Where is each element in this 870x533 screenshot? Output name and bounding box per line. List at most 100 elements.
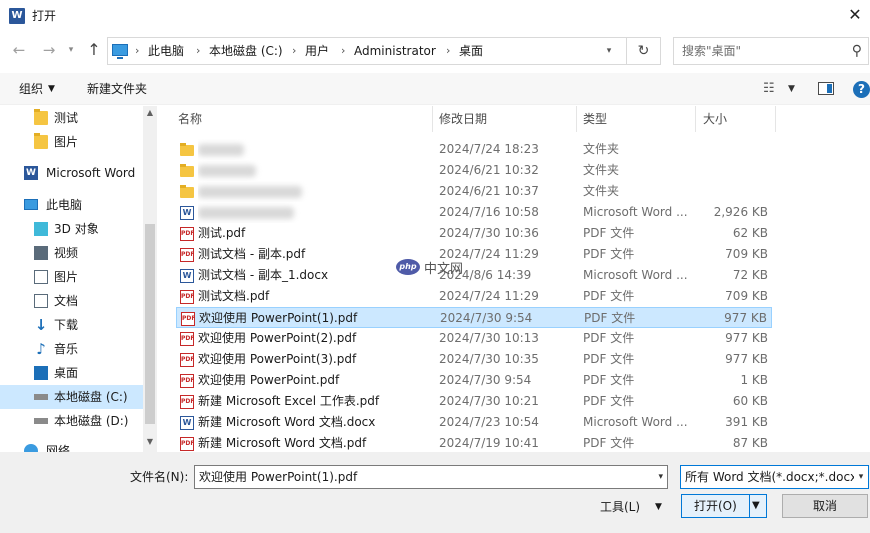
open-button[interactable]: 打开(O) ▼ — [681, 494, 767, 518]
file-type: 文件夹 — [583, 142, 620, 156]
nav-item-music[interactable]: ♪ 音乐 — [0, 337, 143, 361]
file-row[interactable]: PDF 欢迎使用 PowerPoint(3).pdf 2024/7/30 10:… — [176, 349, 772, 370]
file-name: 欢迎使用 PowerPoint(3).pdf — [198, 352, 357, 366]
document-icon — [34, 294, 48, 308]
nav-item-desktop[interactable]: 桌面 — [0, 361, 143, 385]
column-divider[interactable] — [432, 106, 433, 132]
close-button[interactable]: ✕ — [840, 0, 870, 30]
breadcrumb-this-pc[interactable]: 此电脑 — [148, 38, 184, 64]
nav-item-local-disk-c[interactable]: 本地磁盘 (C:) — [0, 385, 143, 409]
forward-button[interactable]: → — [38, 37, 60, 63]
nav-scrollbar-thumb[interactable] — [145, 224, 155, 424]
organize-button[interactable]: 组织 — [19, 81, 43, 97]
pdf-file-icon: PDF — [180, 227, 194, 241]
tools-button[interactable]: 工具(L) — [600, 499, 640, 515]
help-icon[interactable]: ? — [853, 81, 870, 98]
pdf-file-icon: PDF — [180, 332, 194, 346]
file-name: 新建 Microsoft Word 文档.pdf — [198, 436, 367, 450]
scroll-down-icon[interactable]: ▼ — [143, 437, 157, 449]
nav-item-label: 音乐 — [54, 342, 79, 356]
file-row[interactable]: PDF 欢迎使用 PowerPoint(2).pdf 2024/7/30 10:… — [176, 328, 772, 349]
back-button[interactable]: ← — [8, 37, 30, 63]
file-type: PDF 文件 — [583, 289, 635, 303]
file-row[interactable]: PDF 测试文档 - 副本.pdf 2024/7/24 11:29 PDF 文件… — [176, 244, 772, 265]
file-type: Microsoft Word ... — [583, 205, 688, 219]
file-date: 2024/7/30 10:36 — [439, 226, 539, 240]
file-row[interactable]: W 2024/7/16 10:58 Microsoft Word ... 2,9… — [176, 202, 772, 223]
search-input[interactable]: 搜索"桌面" ⚲ — [673, 37, 869, 65]
file-row[interactable]: PDF 欢迎使用 PowerPoint.pdf 2024/7/30 9:54 P… — [176, 370, 772, 391]
file-row[interactable]: 2024/6/21 10:32 文件夹 — [176, 160, 772, 181]
nav-item-3d-objects[interactable]: 3D 对象 — [0, 217, 143, 241]
file-row[interactable]: 2024/6/21 10:37 文件夹 — [176, 181, 772, 202]
nav-item-label: 桌面 — [54, 366, 79, 380]
nav-item-pictures-folder[interactable]: 图片 — [0, 130, 143, 154]
nav-item-documents[interactable]: 文档 — [0, 289, 143, 313]
word-file-icon: W — [180, 416, 194, 430]
chevron-down-icon[interactable]: ▾ — [658, 466, 663, 488]
refresh-button[interactable]: ↻ — [626, 38, 660, 64]
column-divider[interactable] — [695, 106, 696, 132]
filename-label: 文件名(N): — [130, 470, 189, 484]
file-row[interactable]: 2024/7/24 18:23 文件夹 — [176, 139, 772, 160]
chevron-down-icon[interactable]: ▼ — [788, 81, 795, 97]
file-row-selected[interactable]: PDF 欢迎使用 PowerPoint(1).pdf 2024/7/30 9:5… — [176, 307, 772, 328]
nav-item-network[interactable]: 网络 — [0, 439, 143, 452]
address-dropdown-button[interactable]: ▾ — [596, 38, 622, 64]
breadcrumb-separator-icon: › — [135, 44, 140, 57]
column-header-size[interactable]: 大小 — [703, 106, 727, 132]
file-row[interactable]: PDF 测试文档.pdf 2024/7/24 11:29 PDF 文件 709 … — [176, 286, 772, 307]
sort-ascending-icon: ⌃ — [298, 106, 306, 112]
file-type: PDF 文件 — [583, 436, 635, 450]
nav-item-videos[interactable]: 视频 — [0, 241, 143, 265]
chevron-down-icon[interactable]: ▼ — [655, 499, 662, 515]
nav-item-downloads[interactable]: ↓ 下载 — [0, 313, 143, 337]
nav-item-pictures[interactable]: 图片 — [0, 265, 143, 289]
filetype-select[interactable]: 所有 Word 文档(*.docx;*.docx ▾ — [680, 465, 869, 489]
drive-icon — [34, 418, 48, 424]
search-placeholder: 搜索"桌面" — [682, 44, 742, 58]
picture-icon — [34, 270, 48, 284]
new-folder-button[interactable]: 新建文件夹 — [87, 81, 147, 97]
breadcrumb-administrator[interactable]: Administrator — [354, 38, 436, 64]
column-header-type[interactable]: 类型 — [583, 106, 607, 132]
word-app-icon: W — [9, 8, 25, 24]
up-button[interactable]: ↑ — [83, 37, 105, 63]
column-header-date[interactable]: 修改日期 — [439, 106, 487, 132]
nav-item-microsoft-word[interactable]: W Microsoft Word — [0, 161, 143, 185]
navigation-pane: 测试 图片 W Microsoft Word 此电脑 3D 对象 视频 图片 文… — [0, 106, 157, 452]
open-dropdown-icon[interactable]: ▼ — [752, 495, 760, 517]
filename-input[interactable]: 欢迎使用 PowerPoint(1).pdf ▾ — [194, 465, 668, 489]
breadcrumb-users[interactable]: 用户 — [305, 38, 329, 64]
nav-item-this-pc[interactable]: 此电脑 — [0, 193, 143, 217]
file-date: 2024/7/23 10:54 — [439, 415, 539, 429]
recent-locations-button[interactable]: ▾ — [64, 37, 78, 63]
file-row[interactable]: W 测试文档 - 副本_1.docx 2024/8/6 14:39 Micros… — [176, 265, 772, 286]
preview-pane-icon[interactable] — [818, 82, 834, 95]
file-size: 2,926 KB — [713, 205, 768, 219]
file-row[interactable]: W 新建 Microsoft Word 文档.docx 2024/7/23 10… — [176, 412, 772, 433]
breadcrumb-desktop[interactable]: 桌面 — [459, 38, 483, 64]
filetype-value: 所有 Word 文档(*.docx;*.docx — [685, 470, 858, 484]
nav-item-test-folder[interactable]: 测试 — [0, 106, 143, 130]
column-divider[interactable] — [576, 106, 577, 132]
address-bar[interactable]: › 此电脑 › 本地磁盘 (C:) › 用户 › Administrator ›… — [107, 37, 661, 65]
column-header-name[interactable]: 名称 — [178, 106, 202, 132]
cancel-button[interactable]: 取消 — [782, 494, 868, 518]
redacted-name — [198, 143, 244, 156]
breadcrumb-separator-icon: › — [341, 44, 346, 57]
nav-item-local-disk-d[interactable]: 本地磁盘 (D:) — [0, 409, 143, 433]
file-row[interactable]: PDF 测试.pdf 2024/7/30 10:36 PDF 文件 62 KB — [176, 223, 772, 244]
file-type: Microsoft Word ... — [583, 268, 688, 282]
chevron-down-icon[interactable]: ▾ — [854, 466, 868, 488]
scroll-up-icon[interactable]: ▲ — [143, 108, 157, 120]
file-row[interactable]: PDF 新建 Microsoft Word 文档.pdf 2024/7/19 1… — [176, 433, 772, 452]
search-icon: ⚲ — [851, 43, 862, 59]
redacted-name — [198, 206, 294, 219]
arrow-up-icon: ↑ — [87, 40, 101, 59]
nav-item-label: 图片 — [54, 135, 79, 149]
view-options-icon[interactable]: ☷ — [763, 81, 775, 97]
breadcrumb-local-disk-c[interactable]: 本地磁盘 (C:) — [209, 38, 283, 64]
file-row[interactable]: PDF 新建 Microsoft Excel 工作表.pdf 2024/7/30… — [176, 391, 772, 412]
column-divider[interactable] — [775, 106, 776, 132]
